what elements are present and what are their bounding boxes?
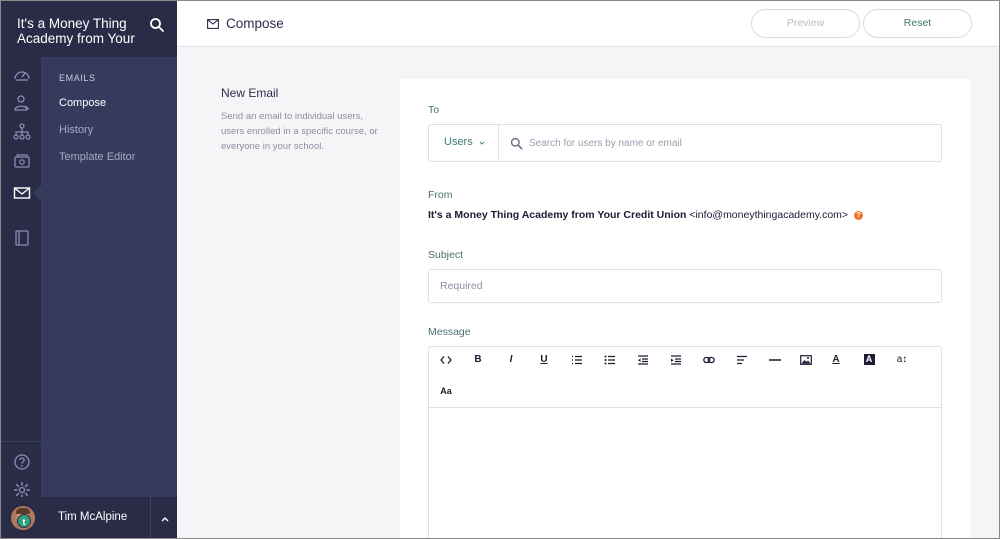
outdent-icon[interactable] bbox=[632, 351, 654, 369]
editor-toolbar: B I U A A a↕ Aa bbox=[429, 347, 941, 408]
font-size-icon[interactable]: a↕ bbox=[891, 351, 913, 369]
from-value: It's a Money Thing Academy from Your Cre… bbox=[428, 209, 863, 221]
mail-icon bbox=[207, 19, 219, 29]
align-icon[interactable] bbox=[731, 351, 753, 369]
page-title: Compose bbox=[226, 16, 284, 31]
sitemap-icon[interactable] bbox=[13, 123, 31, 141]
dashboard-icon[interactable] bbox=[13, 66, 31, 84]
chevron-up-icon bbox=[161, 517, 169, 522]
message-editor: B I U A A a↕ Aa bbox=[428, 346, 942, 538]
image-icon[interactable] bbox=[795, 351, 817, 369]
sidebar: It's a Money Thing Academy from Your EMA… bbox=[1, 1, 177, 538]
user-name[interactable]: Tim McAlpine bbox=[58, 511, 127, 523]
main-content: New Email Send an email to individual us… bbox=[177, 47, 999, 538]
from-label: From bbox=[428, 189, 453, 201]
to-label: To bbox=[428, 104, 440, 116]
compose-card: To Users From It's a Money Thing Academy… bbox=[400, 79, 970, 538]
subject-label: Subject bbox=[428, 249, 464, 261]
submenu-item-template-editor[interactable]: Template Editor bbox=[59, 151, 135, 163]
search-icon bbox=[510, 137, 523, 150]
icon-rail bbox=[1, 57, 41, 499]
app-window: It's a Money Thing Academy from Your EMA… bbox=[0, 0, 1000, 539]
user-menu-toggle[interactable] bbox=[150, 497, 177, 538]
section-title: New Email bbox=[221, 86, 279, 100]
users-icon[interactable] bbox=[13, 94, 31, 112]
help-icon[interactable]: ? bbox=[853, 211, 863, 220]
bullet-list-icon[interactable] bbox=[599, 351, 621, 369]
recipient-type-dropdown[interactable]: Users bbox=[429, 125, 499, 161]
ordered-list-icon[interactable] bbox=[566, 351, 588, 369]
from-email: <info@moneythingacademy.com> bbox=[689, 209, 849, 221]
background-color-glyph: A bbox=[863, 354, 875, 365]
mail-icon[interactable] bbox=[13, 184, 31, 202]
italic-icon[interactable]: I bbox=[500, 351, 522, 369]
user-bar[interactable]: t Tim McAlpine bbox=[1, 497, 177, 538]
bold-icon[interactable]: B bbox=[467, 351, 489, 369]
preview-button[interactable]: Preview bbox=[751, 9, 860, 38]
rail-divider bbox=[1, 441, 41, 442]
reset-button[interactable]: Reset bbox=[863, 9, 972, 38]
from-name: It's a Money Thing Academy from Your Cre… bbox=[428, 209, 687, 221]
indent-icon[interactable] bbox=[665, 351, 687, 369]
avatar-badge: t bbox=[17, 514, 31, 528]
submenu-title: EMAILS bbox=[59, 73, 96, 83]
user-search-input[interactable] bbox=[529, 131, 929, 155]
message-body[interactable] bbox=[429, 409, 941, 538]
horizontal-rule-icon[interactable] bbox=[764, 351, 786, 369]
money-icon[interactable] bbox=[13, 152, 31, 170]
background-color-icon[interactable]: A bbox=[858, 351, 880, 369]
help-circle-icon[interactable] bbox=[13, 453, 31, 471]
underline-icon[interactable]: U bbox=[533, 351, 555, 369]
sidebar-header: It's a Money Thing Academy from Your bbox=[1, 1, 177, 57]
link-icon[interactable] bbox=[698, 351, 720, 369]
chevron-down-icon bbox=[479, 141, 485, 145]
message-label: Message bbox=[428, 326, 471, 338]
submenu-item-compose[interactable]: Compose bbox=[59, 97, 106, 109]
search-icon[interactable] bbox=[149, 17, 165, 33]
submenu-item-history[interactable]: History bbox=[59, 124, 93, 136]
font-family-icon[interactable]: Aa bbox=[435, 382, 457, 400]
recipient-type-value: Users bbox=[444, 136, 473, 148]
code-icon[interactable] bbox=[435, 351, 457, 369]
top-bar: Compose Preview Reset bbox=[177, 1, 999, 47]
text-color-icon[interactable]: A bbox=[825, 351, 847, 369]
section-description: Send an email to individual users, users… bbox=[221, 111, 378, 152]
subject-input[interactable] bbox=[428, 269, 942, 303]
school-name[interactable]: It's a Money Thing Academy from Your bbox=[17, 16, 147, 46]
book-icon[interactable] bbox=[13, 229, 31, 247]
to-field: Users bbox=[428, 124, 942, 162]
